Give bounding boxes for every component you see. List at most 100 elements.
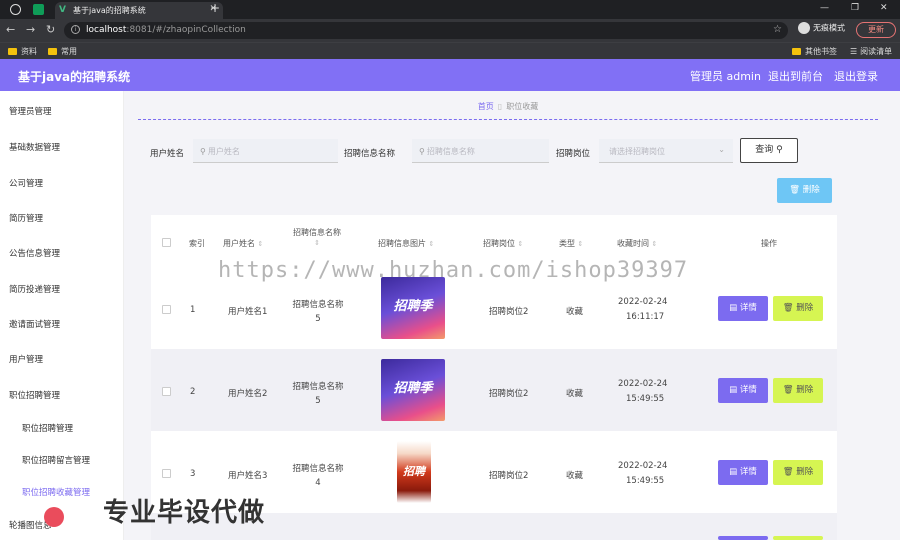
sidebar-subitem-job-comments[interactable]: 职位招聘留言管理 [22, 454, 90, 466]
delete-label: 删除 [796, 385, 814, 395]
sort-icon: ⇕ [517, 240, 524, 248]
username-filter-input[interactable]: ⚲ 用户姓名 [193, 139, 338, 163]
sidebar-item-resume[interactable]: 简历管理 [9, 212, 43, 224]
detail-button[interactable]: ▤ 详情 [718, 296, 768, 321]
reading-list[interactable]: ☰ 阅读清单 [850, 46, 892, 57]
bookmark-folder-2[interactable]: 常用 [48, 46, 77, 57]
row-checkbox[interactable] [162, 305, 171, 314]
cell-position: 招聘岗位2 [489, 307, 529, 317]
chevron-down-icon: ⌄ [718, 145, 725, 154]
cell-jobname: 招聘信息名称5 [292, 300, 344, 324]
header-type[interactable]: 类型 ⇕ [559, 238, 583, 249]
url-field[interactable]: i localhost:8081/#/zhaopinCollection ☆ [64, 22, 788, 39]
row-checkbox[interactable] [162, 387, 171, 396]
batch-delete-button[interactable]: 🗑 删除 [777, 178, 832, 203]
back-to-frontend-link[interactable]: 退出到前台 [768, 68, 823, 84]
spreadsheet-tab-icon[interactable] [33, 4, 44, 15]
cell-date: 2022-02-24 [618, 379, 668, 389]
cell-type: 收藏 [566, 389, 584, 399]
select-all-checkbox[interactable] [162, 238, 171, 247]
header-actions: 操作 [761, 239, 777, 248]
new-tab-icon[interactable]: + [210, 1, 220, 15]
header-time[interactable]: 收藏时间 ⇕ [617, 238, 657, 249]
tab-title: 基于java的招聘系统 [73, 6, 146, 15]
folder-icon [8, 48, 17, 55]
cell-username: 用户姓名2 [228, 389, 268, 399]
close-window-icon[interactable]: ✕ [880, 3, 888, 13]
delete-label: 删除 [796, 467, 814, 477]
cell-date: 2022-02-24 [618, 461, 668, 471]
delete-button[interactable]: 🗑 删除 [773, 460, 823, 485]
incognito-indicator[interactable]: 无痕模式 [798, 22, 845, 34]
bookmark-star-icon[interactable]: ☆ [773, 24, 782, 35]
sidebar-item-company[interactable]: 公司管理 [9, 177, 43, 189]
search-icon: ⚲ [419, 147, 425, 156]
detail-button[interactable]: ▤ 详情 [718, 460, 768, 485]
header-position[interactable]: 招聘岗位 ⇕ [483, 238, 523, 249]
bookmarks-bar: 资料 常用 其他书签 ☰ 阅读清单 [0, 42, 900, 59]
cell-time: 15:49:55 [626, 476, 665, 486]
delete-button[interactable]: 🗑 删除 [773, 378, 823, 403]
header-username-label: 用户姓名 [223, 239, 255, 248]
minimize-icon[interactable]: — [820, 3, 829, 13]
detail-button[interactable] [718, 536, 768, 540]
breadcrumb-separator-icon: ▯ [497, 102, 503, 111]
bookmark-label: 其他书签 [805, 47, 837, 56]
cell-jobname: 招聘信息名称5 [292, 382, 344, 406]
sidebar-subitem-job-recruit[interactable]: 职位招聘管理 [22, 422, 73, 434]
header-image[interactable]: 招聘信息图片 ⇕ [378, 238, 434, 249]
reload-icon[interactable]: ↻ [46, 23, 55, 36]
sidebar-item-base-data[interactable]: 基础数据管理 [9, 141, 60, 153]
logout-link[interactable]: 退出登录 [834, 68, 878, 84]
job-image: 招聘 [397, 441, 431, 503]
promo-overlay-text: 专业毕设代做 [103, 498, 266, 528]
cell-type: 收藏 [566, 307, 584, 317]
job-image-text: 招聘季 [393, 299, 433, 314]
forward-icon[interactable]: → [26, 23, 35, 36]
incognito-label: 无痕模式 [813, 23, 845, 33]
delete-button[interactable] [773, 536, 823, 540]
address-bar: ← → ↻ i localhost:8081/#/zhaopinCollecti… [0, 19, 900, 42]
table-row: 2 用户姓名2 招聘信息名称5 招聘季 招聘岗位2 收藏 2022-02-24 … [151, 349, 837, 431]
bookmark-folder-1[interactable]: 资料 [8, 46, 37, 57]
sidebar-item-admin[interactable]: 管理员管理 [9, 105, 52, 117]
sidebar-item-job-recruit[interactable]: 职位招聘管理 [9, 389, 60, 401]
detail-label: 详情 [739, 303, 757, 313]
detail-label: 详情 [739, 385, 757, 395]
header-username[interactable]: 用户姓名 ⇕ [223, 238, 263, 249]
cell-index: 3 [190, 469, 196, 479]
restore-icon[interactable]: ❐ [851, 3, 859, 13]
sidebar-subitem-job-favorites[interactable]: 职位招聘收藏管理 [22, 486, 90, 498]
watermark-text: https://www.huzhan.com/ishop39397 [218, 258, 689, 283]
incognito-avatar-icon [798, 22, 810, 34]
active-browser-tab[interactable]: V 基于java的招聘系统 ✕ [55, 2, 223, 19]
sidebar-item-users[interactable]: 用户管理 [9, 353, 43, 365]
bookmark-label: 资料 [21, 47, 37, 56]
site-info-icon[interactable]: i [71, 25, 80, 34]
header-jobname-label: 招聘信息名称 [293, 228, 341, 237]
delete-button[interactable]: 🗑 删除 [773, 296, 823, 321]
position-select[interactable]: 请选择招聘岗位 ⌄ [599, 139, 733, 163]
sidebar-item-interview[interactable]: 邀请面试管理 [9, 318, 60, 330]
back-icon[interactable]: ← [6, 23, 15, 36]
sort-icon: ⇕ [314, 239, 320, 247]
detail-button[interactable]: ▤ 详情 [718, 378, 768, 403]
job-image-text: 招聘 [403, 465, 425, 478]
breadcrumb: 首页 ▯ 职位收藏 [138, 91, 878, 120]
header-jobname[interactable]: 招聘信息名称 ⇕ [289, 227, 345, 247]
app-title: 基于java的招聘系统 [18, 70, 131, 84]
sort-icon: ⇕ [428, 240, 435, 248]
breadcrumb-current: 职位收藏 [506, 102, 539, 111]
sidebar-item-notice[interactable]: 公告信息管理 [9, 247, 60, 259]
detail-icon: ▤ [729, 303, 738, 313]
browser-globe-icon[interactable] [10, 4, 21, 15]
sidebar-item-resume-delivery[interactable]: 简历投递管理 [9, 283, 60, 295]
cell-username: 用户姓名1 [228, 307, 268, 317]
update-button[interactable]: 更新 [856, 22, 896, 38]
row-checkbox[interactable] [162, 469, 171, 478]
other-bookmarks[interactable]: 其他书签 [792, 46, 837, 57]
query-button[interactable]: 查询 ⚲ [740, 138, 798, 163]
breadcrumb-home[interactable]: 首页 [478, 102, 494, 111]
jobname-filter-input[interactable]: ⚲ 招聘信息名称 [412, 139, 549, 163]
folder-icon [792, 48, 801, 55]
